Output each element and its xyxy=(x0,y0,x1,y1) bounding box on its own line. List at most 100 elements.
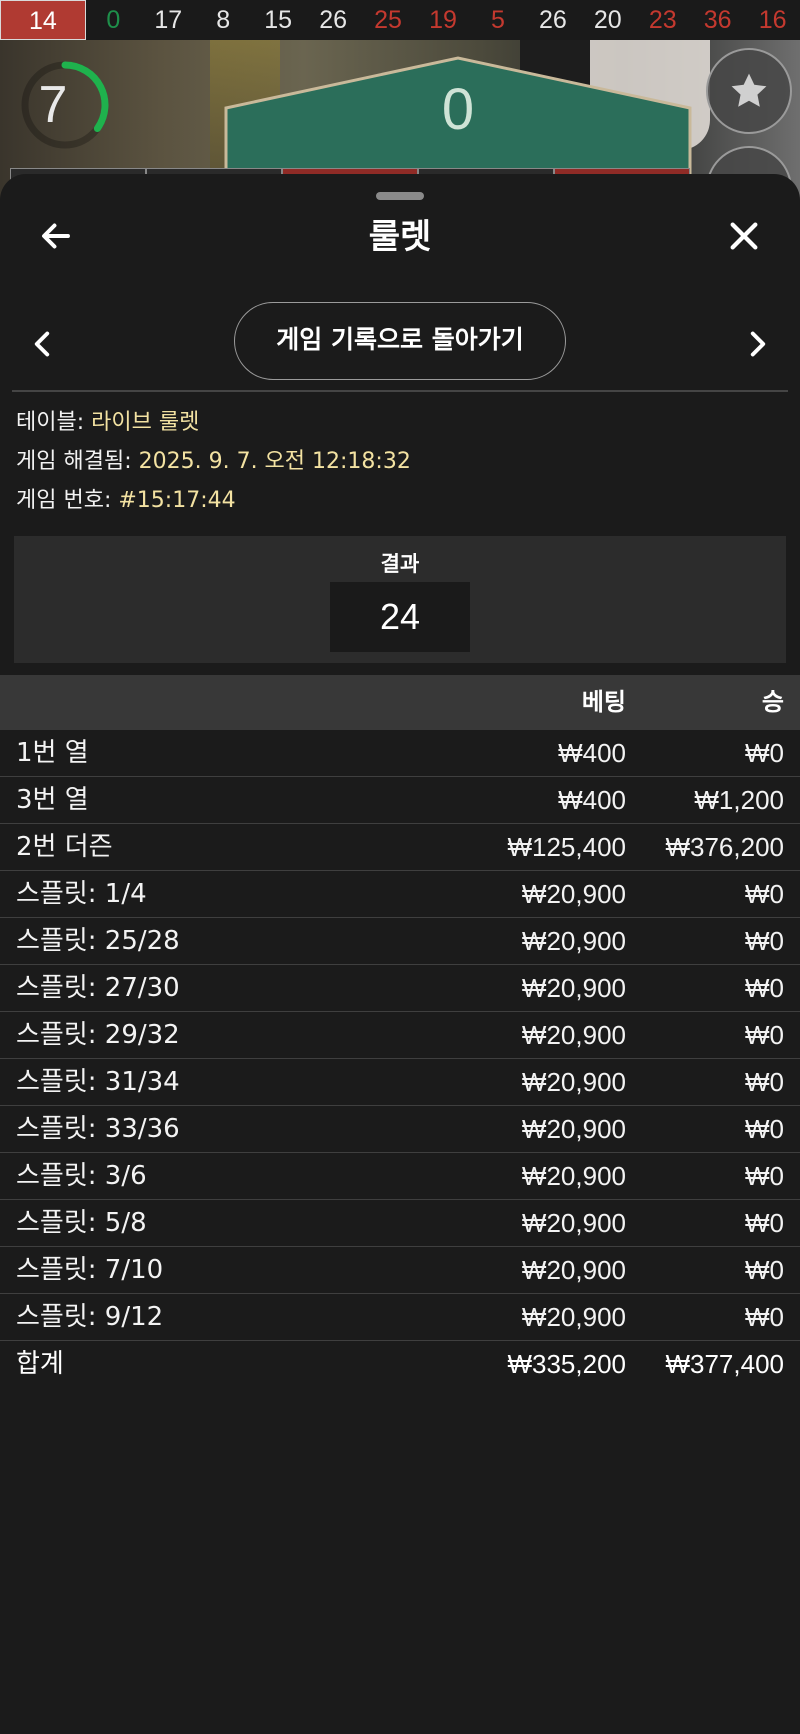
star-icon xyxy=(731,73,767,107)
info-table: 테이블: 라이브 룰렛 xyxy=(16,408,199,438)
win-amount: ₩0 xyxy=(745,1302,784,1332)
table-row: 스플릿: 33/36 ₩20,900 ₩0 xyxy=(0,1106,800,1153)
bets-table: 베팅 승 1번 열 ₩400 ₩0 3번 열 ₩400 ₩1,200 2번 더즌 ₩125,4… xyxy=(0,675,800,1388)
bet-amount: ₩400 xyxy=(558,738,626,768)
bet-name: 스플릿: 27/30 xyxy=(16,973,180,1003)
history-number: 0 xyxy=(106,5,121,34)
win-amount: ₩0 xyxy=(745,1114,784,1144)
table-row: 스플릿: 25/28 ₩20,900 ₩0 xyxy=(0,918,800,965)
info-number-value: #15:17:44 xyxy=(118,488,236,513)
bet-name: 스플릿: 3/6 xyxy=(16,1161,147,1191)
win-amount: ₩376,200 xyxy=(665,832,784,862)
win-amount: ₩0 xyxy=(745,1020,784,1050)
bet-amount: ₩20,900 xyxy=(521,1067,626,1097)
table-header: 베팅 승 xyxy=(0,675,800,730)
history-number: 26 xyxy=(319,5,348,34)
win-amount: ₩1,200 xyxy=(694,785,784,815)
history-number: 26 xyxy=(538,5,567,34)
favorite-button[interactable] xyxy=(706,48,792,134)
bet-name: 1번 열 xyxy=(16,738,89,768)
result-number: 24 xyxy=(330,582,470,652)
table-row: 스플릿: 27/30 ₩20,900 ₩0 xyxy=(0,965,800,1012)
table-row: 스플릿: 29/32 ₩20,900 ₩0 xyxy=(0,1012,800,1059)
close-icon xyxy=(730,222,758,250)
info-resolved: 게임 해결됨: 2025. 9. 7. 오전 12:18:32 xyxy=(16,447,411,477)
history-number: 16 xyxy=(758,5,787,34)
table-row: 스플릿: 5/8 ₩20,900 ₩0 xyxy=(0,1200,800,1247)
drag-handle[interactable] xyxy=(376,192,424,200)
win-amount: ₩0 xyxy=(745,1255,784,1285)
info-game-number: 게임 번호: #15:17:44 xyxy=(16,486,236,516)
total-label: 합계 xyxy=(16,1349,64,1379)
bet-amount: ₩20,900 xyxy=(521,973,626,1003)
chevron-left-icon xyxy=(34,331,50,357)
table-row: 스플릿: 1/4 ₩20,900 ₩0 xyxy=(0,871,800,918)
history-number: 23 xyxy=(648,5,677,34)
bet-name: 스플릿: 5/8 xyxy=(16,1208,147,1238)
table-row: 스플릿: 31/34 ₩20,900 ₩0 xyxy=(0,1059,800,1106)
total-win: ₩377,400 xyxy=(665,1349,784,1379)
bet-name: 스플릿: 29/32 xyxy=(16,1020,180,1050)
info-resolved-value: 2025. 9. 7. 오전 12:18:32 xyxy=(138,449,411,474)
history-number: 36 xyxy=(703,5,732,34)
bet-amount: ₩20,900 xyxy=(521,1208,626,1238)
felt-zero-number: 0 xyxy=(441,77,475,142)
history-number: 20 xyxy=(593,5,622,34)
chevron-right-icon xyxy=(750,331,766,357)
info-resolved-label: 게임 해결됨: xyxy=(16,449,139,474)
info-number-label: 게임 번호: xyxy=(16,488,119,513)
total-row: 합계 ₩335,200 ₩377,400 xyxy=(0,1341,800,1388)
table-row: 2번 더즌 ₩125,400 ₩376,200 xyxy=(0,824,800,871)
next-game-button[interactable] xyxy=(742,322,774,366)
back-to-history-button[interactable]: 게임 기록으로 돌아가기 xyxy=(234,302,566,380)
win-amount: ₩0 xyxy=(745,1208,784,1238)
win-amount: ₩0 xyxy=(745,1161,784,1191)
bet-amount: ₩20,900 xyxy=(521,1302,626,1332)
bet-name: 3번 열 xyxy=(16,785,89,815)
history-number: 19 xyxy=(429,5,457,34)
win-amount: ₩0 xyxy=(745,738,784,768)
header-bet: 베팅 xyxy=(581,688,626,716)
countdown-value: 7 xyxy=(38,76,68,134)
table-row: 3번 열 ₩400 ₩1,200 xyxy=(0,777,800,824)
bet-amount: ₩20,900 xyxy=(521,1114,626,1144)
history-number: 25 xyxy=(374,5,402,34)
header-win: 승 xyxy=(761,688,784,716)
table-row: 스플릿: 9/12 ₩20,900 ₩0 xyxy=(0,1294,800,1341)
result-history-strip: 14 0 17 8 15 26 25 19 5 26 20 23 36 16 xyxy=(0,0,800,40)
info-table-label: 테이블: xyxy=(16,410,92,435)
history-number: 8 xyxy=(216,5,231,34)
total-bet: ₩335,200 xyxy=(507,1349,626,1379)
bet-amount: ₩400 xyxy=(558,785,626,815)
bet-amount: ₩20,900 xyxy=(521,926,626,956)
history-latest-number: 14 xyxy=(0,0,86,40)
table-row: 스플릿: 3/6 ₩20,900 ₩0 xyxy=(0,1153,800,1200)
game-history-panel: 룰렛 게임 기록으로 돌아가기 테이블: 라이브 룰렛 게임 해결됨: 2025… xyxy=(0,174,800,1734)
history-number: 5 xyxy=(490,5,505,34)
bet-name: 2번 더즌 xyxy=(16,832,113,862)
history-number: 15 xyxy=(264,5,293,34)
table-row: 스플릿: 7/10 ₩20,900 ₩0 xyxy=(0,1247,800,1294)
bet-amount: ₩20,900 xyxy=(521,1161,626,1191)
bet-name: 스플릿: 7/10 xyxy=(16,1255,164,1285)
bet-amount: ₩20,900 xyxy=(521,1020,626,1050)
win-amount: ₩0 xyxy=(745,879,784,909)
result-box: 결과 24 xyxy=(14,536,786,663)
previous-game-button[interactable] xyxy=(26,322,58,366)
win-amount: ₩0 xyxy=(745,926,784,956)
bet-name: 스플릿: 33/36 xyxy=(16,1114,180,1144)
panel-title: 룰렛 xyxy=(368,217,432,257)
history-number: 17 xyxy=(154,5,183,34)
bet-name: 스플릿: 25/28 xyxy=(16,926,180,956)
bet-amount: ₩20,900 xyxy=(521,879,626,909)
bet-amount: ₩20,900 xyxy=(521,1255,626,1285)
close-button[interactable] xyxy=(722,214,766,258)
divider xyxy=(12,390,788,392)
win-amount: ₩0 xyxy=(745,1067,784,1097)
bet-name: 스플릿: 31/34 xyxy=(16,1067,180,1097)
result-label: 결과 xyxy=(380,552,420,576)
info-table-value: 라이브 룰렛 xyxy=(91,410,200,435)
bet-name: 스플릿: 9/12 xyxy=(16,1302,164,1332)
bet-amount: ₩125,400 xyxy=(507,832,626,862)
win-amount: ₩0 xyxy=(745,973,784,1003)
